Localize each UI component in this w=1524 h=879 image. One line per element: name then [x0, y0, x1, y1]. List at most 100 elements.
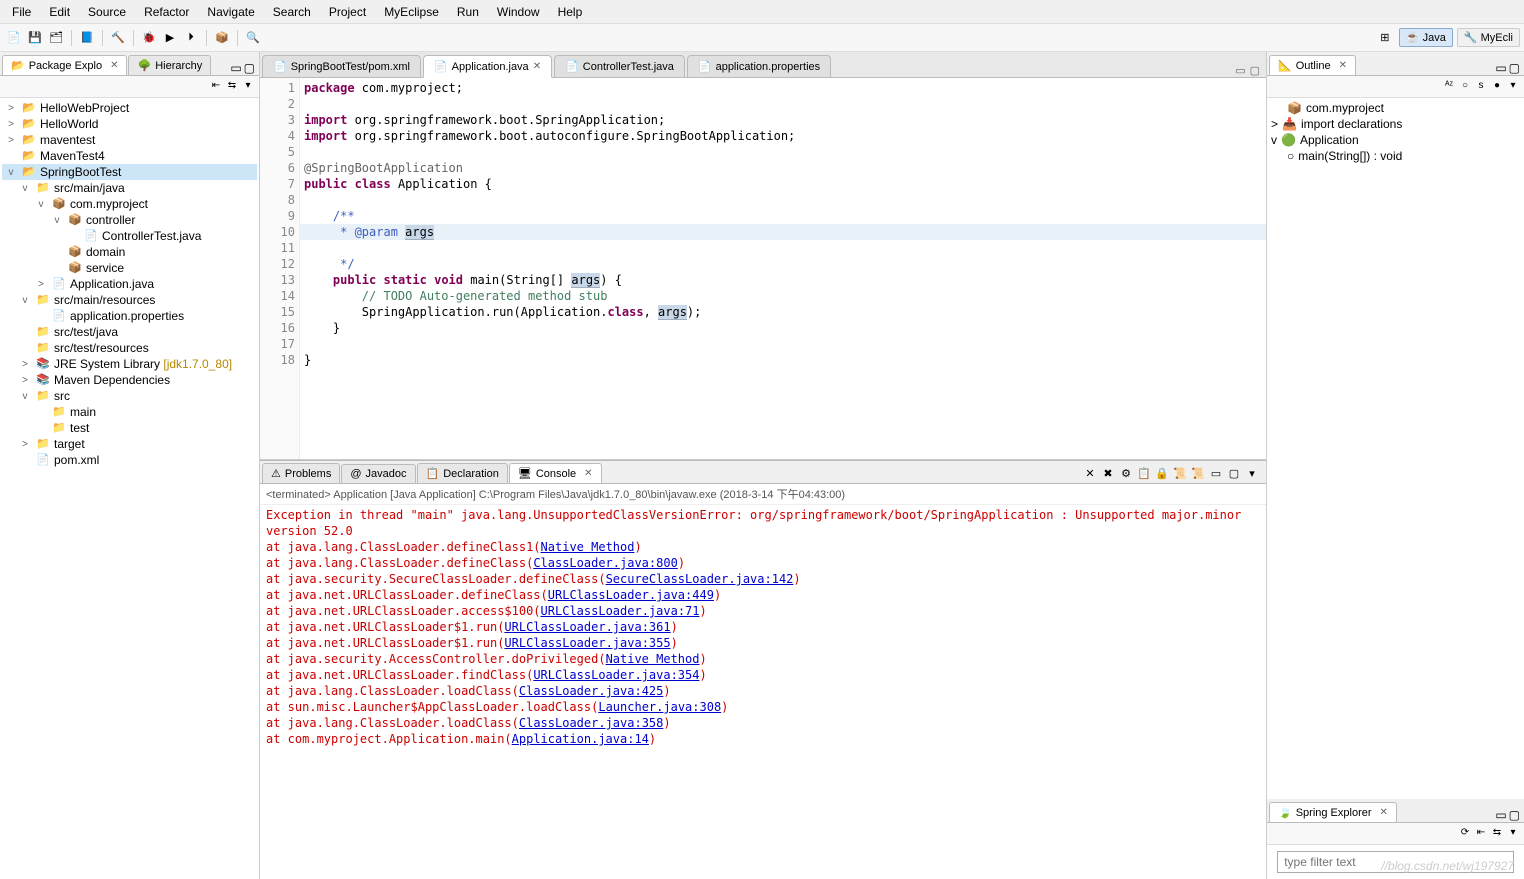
perspective-myeclipse[interactable]: 🔧 MyEcli: [1457, 28, 1520, 47]
tree-item[interactable]: v📦com.myproject: [2, 196, 257, 212]
new-icon[interactable]: 📄: [4, 28, 24, 48]
bottom-tab-javadoc[interactable]: @ Javadoc: [341, 464, 415, 483]
editor-tab[interactable]: 📄ControllerTest.java: [554, 55, 685, 77]
stack-link[interactable]: Native Method: [606, 652, 700, 666]
twisty-icon[interactable]: >: [18, 439, 32, 450]
tree-item[interactable]: v📦controller: [2, 212, 257, 228]
stack-link[interactable]: ClassLoader.java:800: [533, 556, 678, 570]
console-toolbar-btn[interactable]: 📜: [1172, 467, 1188, 483]
tree-item[interactable]: 📦service: [2, 260, 257, 276]
twisty-icon[interactable]: v: [50, 215, 64, 226]
maximize-icon[interactable]: ▢: [1250, 64, 1260, 77]
tree-item[interactable]: 📄application.properties: [2, 308, 257, 324]
console-toolbar-btn[interactable]: 📋: [1136, 467, 1152, 483]
close-icon[interactable]: ✕: [533, 61, 541, 72]
tree-item[interactable]: 📁src/test/java: [2, 324, 257, 340]
collapse-icon[interactable]: ⇤: [1474, 827, 1488, 841]
maximize-icon[interactable]: ▢: [1509, 808, 1520, 822]
twisty-icon[interactable]: >: [18, 359, 32, 370]
tree-item[interactable]: >📄Application.java: [2, 276, 257, 292]
console-toolbar-btn[interactable]: ▢: [1226, 467, 1242, 483]
close-icon[interactable]: ✕: [584, 468, 592, 479]
tree-item[interactable]: >📚JRE System Library [jdk1.7.0_80]: [2, 356, 257, 372]
maximize-icon[interactable]: ▢: [244, 61, 255, 75]
tree-item[interactable]: v📁src/main/resources: [2, 292, 257, 308]
console-toolbar-btn[interactable]: ▾: [1244, 467, 1260, 483]
perspective-java[interactable]: ☕ Java: [1399, 28, 1453, 47]
stack-link[interactable]: ClassLoader.java:425: [519, 684, 664, 698]
menu-refactor[interactable]: Refactor: [136, 3, 197, 21]
outline-item[interactable]: 📦com.myproject: [1269, 100, 1522, 116]
sort-icon[interactable]: ᴬᶻ: [1442, 80, 1456, 94]
close-icon[interactable]: ✕: [1339, 60, 1347, 71]
editor-tab[interactable]: 📄SpringBootTest/pom.xml: [262, 55, 421, 77]
tree-item[interactable]: 📦domain: [2, 244, 257, 260]
twisty-icon[interactable]: >: [4, 103, 18, 114]
stack-link[interactable]: Launcher.java:308: [598, 700, 721, 714]
console-toolbar-btn[interactable]: 🔒: [1154, 467, 1170, 483]
spring-explorer-tab[interactable]: 🍃 Spring Explorer✕: [1269, 802, 1397, 822]
outline-item[interactable]: >📥import declarations: [1269, 116, 1522, 132]
menu-edit[interactable]: Edit: [41, 3, 78, 21]
stack-link[interactable]: URLClassLoader.java:71: [541, 604, 700, 618]
console-output[interactable]: Exception in thread "main" java.lang.Uns…: [260, 505, 1266, 879]
hide-nonpublic-icon[interactable]: ●: [1490, 80, 1504, 94]
twisty-icon[interactable]: >: [4, 119, 18, 130]
console-toolbar-btn[interactable]: ✖: [1100, 467, 1116, 483]
tree-item[interactable]: >📚Maven Dependencies: [2, 372, 257, 388]
maximize-icon[interactable]: ▢: [1509, 61, 1520, 75]
stack-link[interactable]: URLClassLoader.java:355: [504, 636, 670, 650]
twisty-icon[interactable]: v: [1271, 133, 1277, 147]
hide-fields-icon[interactable]: ○: [1458, 80, 1472, 94]
twisty-icon[interactable]: >: [18, 375, 32, 386]
stack-link[interactable]: URLClassLoader.java:361: [504, 620, 670, 634]
search-icon[interactable]: 🔍: [243, 28, 263, 48]
stack-link[interactable]: Native Method: [541, 540, 635, 554]
tree-item[interactable]: >📂HelloWebProject: [2, 100, 257, 116]
minimize-icon[interactable]: ▭: [1495, 808, 1506, 822]
tree-item[interactable]: 📄ControllerTest.java: [2, 228, 257, 244]
view-menu-icon[interactable]: ▾: [1506, 80, 1520, 94]
twisty-icon[interactable]: >: [34, 279, 48, 290]
view-menu-icon[interactable]: ▾: [1506, 827, 1520, 841]
menu-source[interactable]: Source: [80, 3, 134, 21]
debug-icon[interactable]: 🐞: [139, 28, 159, 48]
minimize-icon[interactable]: ▭: [230, 61, 241, 75]
tree-item[interactable]: 📁main: [2, 404, 257, 420]
close-icon[interactable]: ✕: [110, 60, 118, 71]
stack-link[interactable]: URLClassLoader.java:354: [533, 668, 699, 682]
bottom-tab-console[interactable]: 🖥 Console✕: [509, 463, 602, 483]
twisty-icon[interactable]: v: [34, 199, 48, 210]
twisty-icon[interactable]: v: [18, 295, 32, 306]
menu-myeclipse[interactable]: MyEclipse: [376, 3, 447, 21]
refresh-icon[interactable]: ⟳: [1458, 827, 1472, 841]
bottom-tab-problems[interactable]: ⚠ Problems: [262, 463, 340, 483]
view-menu-icon[interactable]: ▾: [241, 80, 255, 94]
tree-item[interactable]: v📂SpringBootTest: [2, 164, 257, 180]
run-icon[interactable]: ▶: [160, 28, 180, 48]
console-toolbar-btn[interactable]: ✕: [1082, 467, 1098, 483]
console-toolbar-btn[interactable]: ⚙: [1118, 467, 1134, 483]
link-editor-icon[interactable]: ⇆: [225, 80, 239, 94]
menu-help[interactable]: Help: [550, 3, 591, 21]
twisty-icon[interactable]: >: [1271, 117, 1278, 131]
twisty-icon[interactable]: v: [18, 183, 32, 194]
hierarchy-tab[interactable]: 🌳 Hierarchy: [128, 55, 211, 75]
editor-tab[interactable]: 📄Application.java✕: [423, 55, 552, 78]
tree-item[interactable]: 📁test: [2, 420, 257, 436]
package-explorer-tab[interactable]: 📂 Package Explo✕: [2, 55, 127, 75]
run-last-icon[interactable]: ⏵: [181, 28, 201, 48]
tree-item[interactable]: v📁src: [2, 388, 257, 404]
tree-item[interactable]: 📂MavenTest4: [2, 148, 257, 164]
stack-link[interactable]: ClassLoader.java:358: [519, 716, 664, 730]
hide-static-icon[interactable]: s: [1474, 80, 1488, 94]
tree-item[interactable]: 📁src/test/resources: [2, 340, 257, 356]
build-icon[interactable]: 🔨: [108, 28, 128, 48]
minimize-icon[interactable]: ▭: [1235, 64, 1245, 77]
tree-item[interactable]: >📁target: [2, 436, 257, 452]
twisty-icon[interactable]: >: [4, 135, 18, 146]
twisty-icon[interactable]: v: [4, 167, 18, 178]
outline-item[interactable]: v🟢Application: [1269, 132, 1522, 148]
menu-project[interactable]: Project: [321, 3, 374, 21]
tree-item[interactable]: >📂maventest: [2, 132, 257, 148]
